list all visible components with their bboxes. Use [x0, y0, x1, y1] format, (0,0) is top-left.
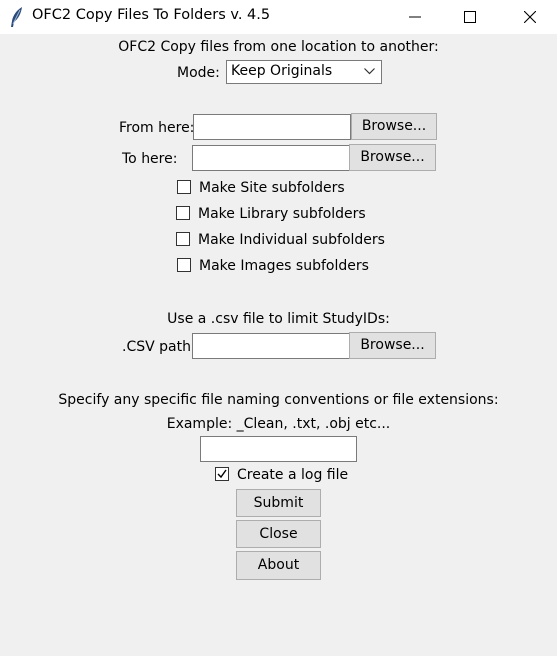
about-button[interactable]: About — [236, 551, 321, 580]
naming-input[interactable] — [200, 436, 357, 462]
mode-select[interactable]: Keep Originals — [226, 60, 382, 84]
checkmark-icon — [217, 469, 227, 479]
to-browse-button[interactable]: Browse... — [349, 144, 436, 171]
images-subfolders-checkbox[interactable] — [177, 258, 191, 272]
log-file-checkbox[interactable] — [215, 467, 229, 481]
minimize-icon — [409, 16, 421, 18]
csv-browse-button[interactable]: Browse... — [349, 332, 436, 359]
naming-example: Example: _Clean, .txt, .obj etc... — [166, 416, 391, 432]
feather-icon — [9, 6, 25, 28]
individual-subfolders-label: Make Individual subfolders — [198, 232, 385, 248]
from-label: From here: — [119, 120, 195, 136]
library-subfolders-checkbox[interactable] — [176, 206, 190, 220]
close-button[interactable]: Close — [236, 520, 321, 548]
site-subfolders-checkbox[interactable] — [177, 180, 191, 194]
from-path-input[interactable] — [193, 114, 351, 140]
log-file-label: Create a log file — [237, 467, 349, 483]
main-heading: OFC2 Copy files from one location to ano… — [118, 39, 439, 55]
to-label: To here: — [122, 151, 178, 167]
chevron-down-icon — [364, 68, 375, 75]
naming-heading: Specify any specific file naming convent… — [58, 392, 499, 408]
close-icon — [524, 11, 536, 23]
maximize-icon — [464, 11, 476, 23]
minimize-button[interactable] — [392, 0, 438, 34]
images-subfolders-label: Make Images subfolders — [199, 258, 369, 274]
close-window-button[interactable] — [507, 0, 553, 34]
maximize-button[interactable] — [447, 0, 493, 34]
library-subfolders-label: Make Library subfolders — [198, 206, 366, 222]
submit-button[interactable]: Submit — [236, 489, 321, 517]
to-path-input[interactable] — [192, 145, 350, 171]
csv-path-input[interactable] — [192, 333, 350, 359]
from-browse-button[interactable]: Browse... — [351, 113, 437, 140]
individual-subfolders-checkbox[interactable] — [176, 232, 190, 246]
csv-path-label: .CSV path: — [122, 339, 196, 355]
csv-heading: Use a .csv file to limit StudyIDs: — [167, 311, 390, 327]
mode-select-value: Keep Originals — [231, 63, 333, 79]
mode-label: Mode: — [177, 65, 220, 81]
site-subfolders-label: Make Site subfolders — [199, 180, 345, 196]
window-title: OFC2 Copy Files To Folders v. 4.5 — [32, 7, 271, 23]
title-bar: OFC2 Copy Files To Folders v. 4.5 — [0, 0, 557, 34]
